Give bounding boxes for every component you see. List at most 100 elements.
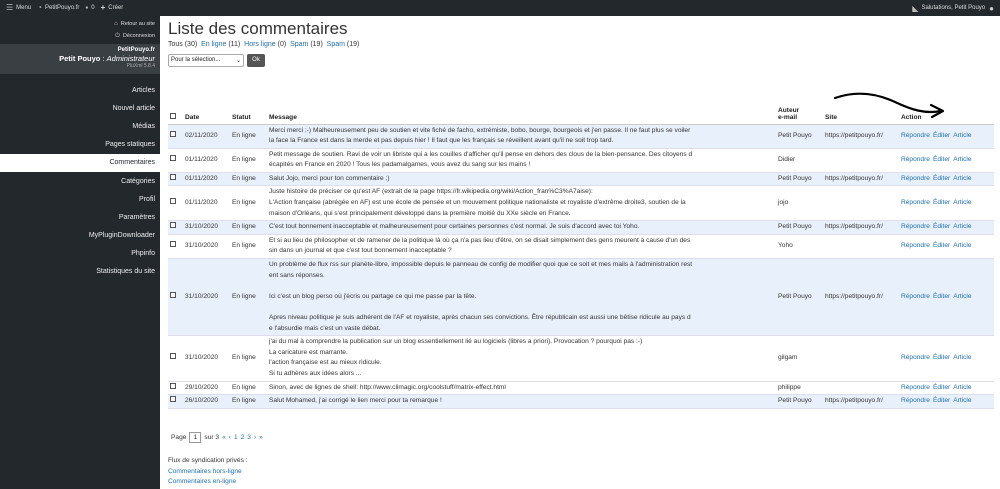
view-article-link[interactable]: Article bbox=[953, 293, 971, 300]
reply-link[interactable]: Répondre bbox=[901, 132, 930, 139]
site-link-label: PetitPouyo.fr bbox=[45, 5, 80, 11]
edit-comment-link[interactable]: Éditer bbox=[933, 384, 950, 391]
sidebar-item-myplugindownloader[interactable]: MyPluginDownloader bbox=[0, 227, 160, 245]
bulk-action-select[interactable]: Pour la sélection... ⌄ bbox=[168, 53, 244, 67]
pagination-last[interactable]: » bbox=[259, 434, 263, 441]
row-checkbox[interactable] bbox=[170, 396, 176, 403]
comment-author[interactable]: Petit Pouyo bbox=[776, 124, 823, 149]
edit-comment-link[interactable]: Éditer bbox=[933, 199, 950, 206]
edit-comment-link[interactable]: Éditer bbox=[933, 354, 950, 361]
feed-offline-comments-link[interactable]: Commentaires hors-ligne bbox=[168, 467, 248, 478]
site-link[interactable]: ◔ PetitPouyo.fr bbox=[37, 4, 79, 12]
row-checkbox[interactable] bbox=[170, 173, 176, 180]
sidebar-item-articles[interactable]: Articles bbox=[0, 81, 160, 99]
sidebar-item-static-pages[interactable]: Pages statiques bbox=[0, 136, 160, 154]
sidebar-item-media[interactable]: Médias bbox=[0, 117, 160, 135]
comment-site[interactable]: https://petitpouyo.fr/ bbox=[823, 172, 899, 187]
sidebar-item-categories[interactable]: Catégories bbox=[0, 172, 160, 190]
edit-comment-link[interactable]: Éditer bbox=[933, 223, 950, 230]
menu-toggle[interactable]: ☰ Menu bbox=[6, 4, 31, 12]
comment-author[interactable]: Petit Pouyo bbox=[776, 220, 823, 235]
reply-link[interactable]: Répondre bbox=[901, 397, 930, 404]
feed-online-comments-link[interactable]: Commentaires en-ligne bbox=[168, 477, 248, 488]
view-article-link[interactable]: Article bbox=[953, 132, 971, 139]
row-checkbox[interactable] bbox=[170, 130, 176, 137]
page-number-input[interactable]: 1 bbox=[189, 432, 202, 443]
view-article-link[interactable]: Article bbox=[953, 223, 971, 230]
view-article-link[interactable]: Article bbox=[953, 199, 971, 206]
filter-online[interactable]: En ligne bbox=[201, 41, 226, 48]
edit-comment-link[interactable]: Éditer bbox=[933, 132, 950, 139]
comment-author[interactable]: Petit Pouyo bbox=[776, 394, 823, 409]
bulk-ok-button[interactable]: Ok bbox=[247, 53, 265, 67]
filter-spam[interactable]: Spam bbox=[290, 41, 308, 48]
row-checkbox[interactable] bbox=[170, 222, 176, 229]
reply-link[interactable]: Répondre bbox=[901, 242, 930, 249]
comment-author: Yoho bbox=[776, 234, 823, 260]
row-checkbox[interactable] bbox=[170, 382, 176, 389]
comment-author[interactable]: Petit Pouyo bbox=[776, 258, 823, 337]
row-checkbox[interactable] bbox=[170, 353, 176, 360]
filter-offline[interactable]: Hors ligne bbox=[244, 41, 276, 48]
row-checkbox[interactable] bbox=[170, 241, 176, 248]
edit-comment-link[interactable]: Éditer bbox=[933, 156, 950, 163]
create-link[interactable]: + Créer bbox=[101, 4, 124, 12]
comment-actions: Répondre Éditer Article bbox=[899, 124, 994, 149]
pagination-page-3[interactable]: 3 bbox=[247, 434, 251, 441]
reply-link[interactable]: Répondre bbox=[901, 384, 930, 391]
reply-link[interactable]: Répondre bbox=[901, 175, 930, 182]
filter-spam-2[interactable]: Spam bbox=[327, 41, 345, 48]
sidebar-item-phpinfo[interactable]: Phpinfo bbox=[0, 245, 160, 263]
view-article-link[interactable]: Article bbox=[953, 156, 971, 163]
reply-link[interactable]: Répondre bbox=[901, 293, 930, 300]
sidebar-item-comments[interactable]: Commentaires bbox=[0, 153, 160, 172]
reply-link[interactable]: Répondre bbox=[901, 223, 930, 230]
comment-date: 31/10/2020 bbox=[183, 335, 230, 382]
comment-author[interactable]: Didier bbox=[776, 148, 823, 173]
user-greeting[interactable]: ◣ Salutations, Petit Pouyo ● bbox=[912, 0, 994, 16]
pagination-first[interactable]: « bbox=[222, 434, 226, 441]
comment-site[interactable]: https://petitpouyo.fr/ bbox=[823, 258, 899, 337]
comment-message: Petit message de soutien. Ravi de voir u… bbox=[267, 148, 776, 173]
comment-author[interactable]: jojo bbox=[776, 185, 823, 222]
row-checkbox[interactable] bbox=[170, 198, 176, 205]
comment-site[interactable]: https://petitpouyo.fr/ bbox=[823, 124, 899, 149]
comment-author[interactable]: Petit Pouyo bbox=[776, 172, 823, 187]
pagination-page-2[interactable]: 2 bbox=[241, 434, 245, 441]
sidebar-item-statistics[interactable]: Statistiques du site bbox=[0, 263, 160, 281]
sidebar-item-profile[interactable]: Profil bbox=[0, 190, 160, 208]
comment-date: 02/11/2020 bbox=[183, 124, 230, 149]
col-header-date[interactable]: Date bbox=[183, 86, 230, 125]
reply-link[interactable]: Répondre bbox=[901, 199, 930, 206]
select-all-checkbox[interactable] bbox=[170, 112, 176, 119]
comment-site[interactable]: https://petitpouyo.fr/ bbox=[823, 220, 899, 235]
view-article-link[interactable]: Article bbox=[953, 384, 971, 391]
edit-comment-link[interactable]: Éditer bbox=[933, 175, 950, 182]
comment-message: Salut Mohamed, j'ai corrigé le lien merc… bbox=[267, 394, 776, 409]
pagination-prev[interactable]: ‹ bbox=[229, 434, 231, 441]
comments-link[interactable]: ▪ 0 bbox=[85, 4, 94, 12]
edit-comment-link[interactable]: Éditer bbox=[933, 242, 950, 249]
reply-link[interactable]: Répondre bbox=[901, 354, 930, 361]
view-article-link[interactable]: Article bbox=[953, 397, 971, 404]
row-checkbox[interactable] bbox=[170, 291, 176, 298]
edit-comment-link[interactable]: Éditer bbox=[933, 293, 950, 300]
filter-all[interactable]: Tous (30) bbox=[168, 41, 197, 48]
comment-actions: Répondre Éditer Article bbox=[899, 335, 994, 382]
bulk-actions: Pour la sélection... ⌄ Ok bbox=[168, 53, 994, 67]
pagination-page-1[interactable]: 1 bbox=[234, 434, 238, 441]
row-checkbox[interactable] bbox=[170, 154, 176, 161]
reply-link[interactable]: Répondre bbox=[901, 156, 930, 163]
view-article-link[interactable]: Article bbox=[953, 175, 971, 182]
view-article-link[interactable]: Article bbox=[953, 354, 971, 361]
edit-comment-link[interactable]: Éditer bbox=[933, 397, 950, 404]
back-to-site-link[interactable]: ⌂ Retour au site bbox=[0, 18, 160, 30]
logout-link[interactable]: ⏻ Déconnexion bbox=[0, 30, 160, 42]
view-article-link[interactable]: Article bbox=[953, 242, 971, 249]
sidebar-item-new-article[interactable]: Nouvel article bbox=[0, 99, 160, 117]
sidebar-item-settings[interactable]: Paramètres bbox=[0, 208, 160, 226]
pagination-next[interactable]: › bbox=[254, 434, 256, 441]
comment-site[interactable]: https://petitpouyo.fr/ bbox=[823, 394, 899, 409]
comment-message-line: ent sans réponses. bbox=[269, 271, 325, 279]
greeting-text: Salutations, Petit Pouyo bbox=[921, 5, 986, 11]
